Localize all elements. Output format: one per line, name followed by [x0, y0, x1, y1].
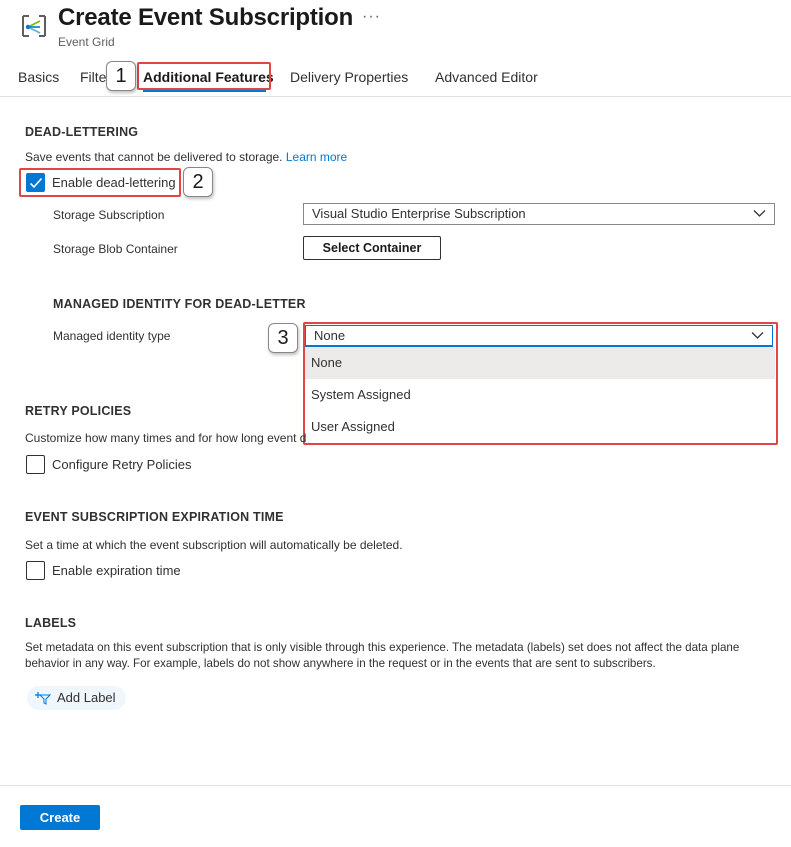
labels-description-line-2: behavior in any way. For example, labels… [25, 657, 656, 670]
annotation-callout-3: 3 [268, 323, 298, 353]
tab-additional-features[interactable]: Additional Features [143, 69, 274, 85]
chevron-down-icon [751, 332, 764, 339]
annotation-callout-1: 1 [106, 61, 136, 91]
managed-identity-type-value: None [314, 328, 346, 343]
more-options-button[interactable]: ··· [362, 8, 381, 26]
configure-retry-policies-label[interactable]: Configure Retry Policies [52, 457, 191, 472]
managed-identity-type-dropdown[interactable]: None [305, 325, 773, 347]
page-title: Create Event Subscription [58, 4, 354, 31]
dead-lettering-description: Save events that cannot be delivered to … [25, 150, 347, 164]
event-grid-icon [20, 12, 48, 40]
add-label-text: Add Label [57, 690, 116, 705]
annotation-callout-2: 2 [183, 167, 213, 197]
expiration-description: Set a time at which the event subscripti… [25, 538, 403, 552]
tab-delivery-properties[interactable]: Delivery Properties [290, 69, 408, 85]
expiration-title: EVENT SUBSCRIPTION EXPIRATION TIME [25, 510, 284, 524]
create-button[interactable]: Create [20, 805, 100, 830]
storage-blob-container-label: Storage Blob Container [53, 242, 178, 256]
option-user-assigned[interactable]: User Assigned [305, 411, 775, 443]
enable-dead-lettering-label[interactable]: Enable dead-lettering [52, 175, 176, 190]
checkmark-icon [29, 177, 43, 189]
enable-expiration-time-checkbox[interactable] [26, 561, 45, 580]
labels-title: LABELS [25, 616, 77, 630]
tab-basics[interactable]: Basics [18, 69, 59, 85]
add-tag-icon [35, 692, 51, 705]
option-none[interactable]: None [305, 347, 775, 379]
managed-identity-title: MANAGED IDENTITY FOR DEAD-LETTER [53, 297, 306, 311]
enable-dead-lettering-checkbox[interactable] [26, 173, 45, 192]
configure-retry-policies-checkbox[interactable] [26, 455, 45, 474]
storage-subscription-label: Storage Subscription [53, 208, 165, 222]
managed-identity-options-list: None System Assigned User Assigned [305, 347, 776, 443]
enable-expiration-time-label[interactable]: Enable expiration time [52, 563, 181, 578]
page-header: Create Event Subscription ··· Event Grid [0, 0, 791, 60]
managed-identity-type-label: Managed identity type [53, 329, 171, 343]
add-label-button[interactable]: Add Label [27, 686, 126, 710]
footer-divider [0, 785, 791, 786]
page-subtitle: Event Grid [58, 35, 115, 49]
retry-policies-description: Customize how many times and for how lon… [25, 431, 307, 445]
storage-subscription-dropdown[interactable]: Visual Studio Enterprise Subscription [303, 203, 775, 225]
dead-lettering-description-text: Save events that cannot be delivered to … [25, 150, 283, 164]
storage-subscription-value: Visual Studio Enterprise Subscription [312, 206, 526, 221]
active-tab-indicator [143, 90, 266, 92]
dead-lettering-title: DEAD-LETTERING [25, 125, 139, 139]
option-system-assigned[interactable]: System Assigned [305, 379, 775, 411]
retry-policies-title: RETRY POLICIES [25, 404, 132, 418]
learn-more-link[interactable]: Learn more [286, 150, 347, 164]
tab-advanced-editor[interactable]: Advanced Editor [435, 69, 538, 85]
labels-description-line-1: Set metadata on this event subscription … [25, 641, 740, 654]
select-container-button[interactable]: Select Container [303, 236, 441, 260]
tab-filters[interactable]: Filters [80, 69, 106, 85]
chevron-down-icon [753, 210, 766, 217]
